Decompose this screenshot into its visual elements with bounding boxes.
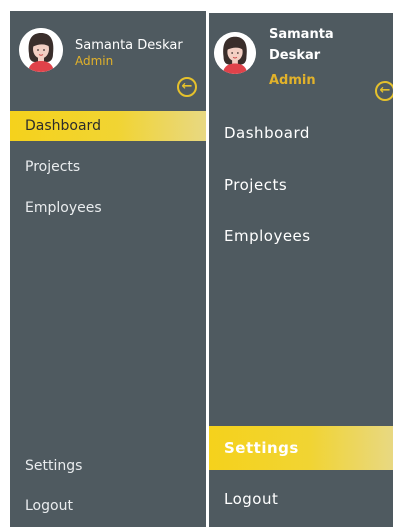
sidebar-expanded: Samanta Deskar Admin ← Dashboard Project… xyxy=(10,11,206,527)
nav-item-logout[interactable]: Logout xyxy=(10,491,206,521)
user-role: Admin xyxy=(269,73,316,88)
collapse-sidebar-button[interactable]: ← xyxy=(177,77,197,97)
user-avatar[interactable] xyxy=(19,28,63,72)
user-name: Samanta Deskar xyxy=(269,27,334,63)
nav-item-projects[interactable]: Projects xyxy=(209,163,393,207)
avatar-illustration-icon xyxy=(19,28,63,72)
user-avatar[interactable] xyxy=(214,32,256,74)
nav-item-settings[interactable]: Settings xyxy=(10,451,206,481)
nav-item-settings[interactable]: Settings xyxy=(209,426,393,470)
arrow-left-circle-icon: ← xyxy=(181,79,193,94)
nav-item-employees[interactable]: Employees xyxy=(10,193,206,223)
nav-item-logout[interactable]: Logout xyxy=(209,477,393,521)
sidebar-variant: Samanta Deskar Admin ← Dashboard Project… xyxy=(209,13,393,527)
nav-item-employees[interactable]: Employees xyxy=(209,214,393,258)
nav-item-projects[interactable]: Projects xyxy=(10,152,206,182)
nav-item-dashboard[interactable]: Dashboard xyxy=(10,111,206,141)
arrow-left-circle-icon: ← xyxy=(379,83,391,98)
user-name: Samanta Deskar xyxy=(75,38,183,53)
collapse-sidebar-button[interactable]: ← xyxy=(375,81,393,101)
avatar-illustration-icon xyxy=(214,32,256,74)
user-role: Admin xyxy=(75,54,114,68)
nav-item-dashboard[interactable]: Dashboard xyxy=(209,111,393,155)
